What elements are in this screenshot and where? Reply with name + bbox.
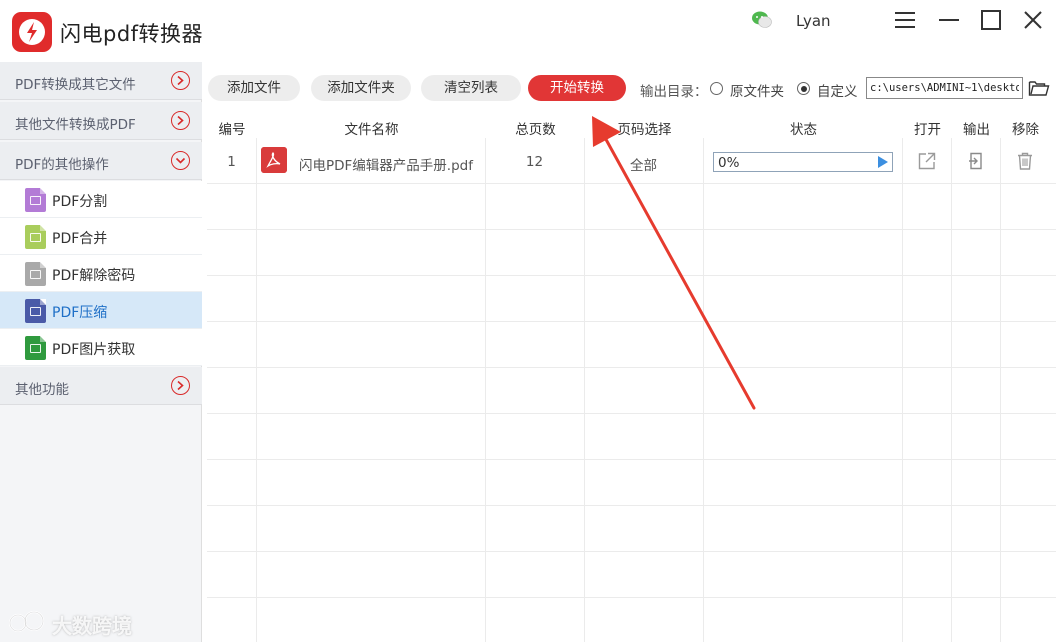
- table-row-empty: [207, 322, 1056, 368]
- table-row-empty: [207, 414, 1056, 460]
- clear-list-button[interactable]: 清空列表: [421, 75, 521, 101]
- watermark-logo-icon: [8, 610, 45, 633]
- export-icon[interactable]: [966, 151, 986, 171]
- sidebar-item-pdf-merge[interactable]: PDF合并: [0, 218, 202, 255]
- table-row-empty: [207, 184, 1056, 230]
- sidebar-item-label: PDF分割: [52, 194, 108, 210]
- pdf-image-icon: [25, 336, 46, 360]
- chevron-right-circle-icon: [171, 111, 190, 130]
- table-row-empty: [207, 276, 1056, 322]
- row-pages: 12: [525, 154, 544, 170]
- column-divider: [951, 138, 952, 642]
- menu-icon[interactable]: [892, 8, 918, 32]
- output-dir-label: 输出目录：: [640, 84, 708, 100]
- watermark-text: 大数跨境: [52, 614, 132, 638]
- close-icon[interactable]: [1020, 8, 1046, 32]
- radio-custom[interactable]: [797, 82, 810, 95]
- col-header-remove: 移除: [1012, 122, 1039, 138]
- radio-custom-label: 自定义: [817, 84, 858, 100]
- sidebar-section-other-to-pdf[interactable]: 其他文件转换成PDF: [0, 102, 202, 140]
- sidebar-section-label: PDF转换成其它文件: [15, 77, 136, 93]
- table-row-empty: [207, 506, 1056, 552]
- row-page-select[interactable]: 全部: [584, 154, 703, 174]
- chevron-right-circle-icon: [171, 71, 190, 90]
- pdf-unlock-icon: [25, 262, 46, 286]
- row-index: 1: [227, 154, 236, 170]
- watermark: 大数跨境: [8, 608, 132, 638]
- add-folder-button[interactable]: 添加文件夹: [311, 75, 411, 101]
- sidebar-section-label: PDF的其他操作: [15, 157, 109, 173]
- sidebar-item-pdf-compress[interactable]: PDF压缩: [0, 292, 202, 329]
- table-header: 编号 文件名称 总页数 页码选择 状态 打开 输出 移除: [207, 114, 1056, 138]
- pdf-split-icon: [25, 188, 46, 212]
- pdf-merge-icon: [25, 225, 46, 249]
- add-file-button[interactable]: 添加文件: [208, 75, 300, 101]
- table-row-empty: [207, 230, 1056, 276]
- minimize-icon[interactable]: [936, 8, 962, 32]
- app-title: 闪电pdf转换器: [60, 22, 204, 46]
- column-divider: [902, 138, 903, 642]
- column-divider: [584, 138, 585, 642]
- file-table: 编号 文件名称 总页数 页码选择 状态 打开 输出 移除 1 闪电PDF编辑器产…: [207, 114, 1056, 642]
- user-name[interactable]: Lyan: [796, 12, 831, 30]
- sidebar-section-other-functions[interactable]: 其他功能: [0, 367, 202, 405]
- pdf-file-icon: [261, 147, 287, 173]
- wechat-icon[interactable]: [751, 10, 773, 30]
- sidebar-item-label: PDF解除密码: [52, 268, 136, 284]
- col-header-page-select: 页码选择: [617, 122, 672, 138]
- sidebar-section-pdf-other-ops[interactable]: PDF的其他操作: [0, 142, 202, 180]
- table-row-empty: [207, 368, 1056, 414]
- chevron-down-circle-icon: [171, 151, 190, 170]
- sidebar-item-label: PDF合并: [52, 231, 108, 247]
- progress-percent: 0%: [718, 155, 740, 171]
- play-icon[interactable]: [878, 156, 888, 168]
- sidebar-item-label: PDF图片获取: [52, 342, 136, 358]
- output-path-input[interactable]: [866, 77, 1023, 99]
- start-convert-button[interactable]: 开始转换: [528, 75, 626, 101]
- sidebar: PDF转换成其它文件 其他文件转换成PDF PDF的其他操作 PDF分割 PDF…: [0, 62, 202, 642]
- app-logo-icon: [12, 12, 52, 52]
- table-row-empty: [207, 460, 1056, 506]
- column-divider: [256, 138, 257, 642]
- sidebar-item-pdf-split[interactable]: PDF分割: [0, 181, 202, 218]
- col-header-status: 状态: [790, 122, 817, 138]
- radio-original-folder[interactable]: [710, 82, 723, 95]
- col-header-open: 打开: [914, 122, 941, 138]
- maximize-icon[interactable]: [978, 8, 1004, 32]
- title-bar: 闪电pdf转换器 Lyan: [0, 0, 1056, 62]
- row-filename: 闪电PDF编辑器产品手册.pdf: [299, 158, 473, 174]
- column-divider: [703, 138, 704, 642]
- sidebar-item-pdf-image[interactable]: PDF图片获取: [0, 329, 202, 366]
- open-external-icon[interactable]: [917, 151, 937, 171]
- col-header-index: 编号: [218, 122, 246, 138]
- column-divider: [485, 138, 486, 642]
- progress-bar: 0%: [713, 152, 893, 172]
- sidebar-section-label: 其他文件转换成PDF: [15, 117, 136, 133]
- table-row-empty: [207, 552, 1056, 598]
- sidebar-item-label: PDF压缩: [52, 305, 108, 321]
- sidebar-item-pdf-unlock[interactable]: PDF解除密码: [0, 255, 202, 292]
- toolbar: 添加文件 添加文件夹 清空列表 开始转换 输出目录： 原文件夹 自定义: [206, 70, 1056, 106]
- col-header-pages: 总页数: [515, 122, 556, 138]
- col-header-output: 输出: [963, 122, 990, 138]
- column-divider: [1000, 138, 1001, 642]
- folder-icon[interactable]: [1028, 78, 1050, 98]
- radio-original-label: 原文件夹: [730, 84, 784, 100]
- sidebar-section-label: 其他功能: [15, 382, 69, 398]
- sidebar-section-pdf-to-other[interactable]: PDF转换成其它文件: [0, 62, 202, 100]
- col-header-filename: 文件名称: [344, 122, 399, 138]
- trash-icon[interactable]: [1015, 151, 1035, 171]
- chevron-right-circle-icon: [171, 376, 190, 395]
- pdf-compress-icon: [25, 299, 46, 323]
